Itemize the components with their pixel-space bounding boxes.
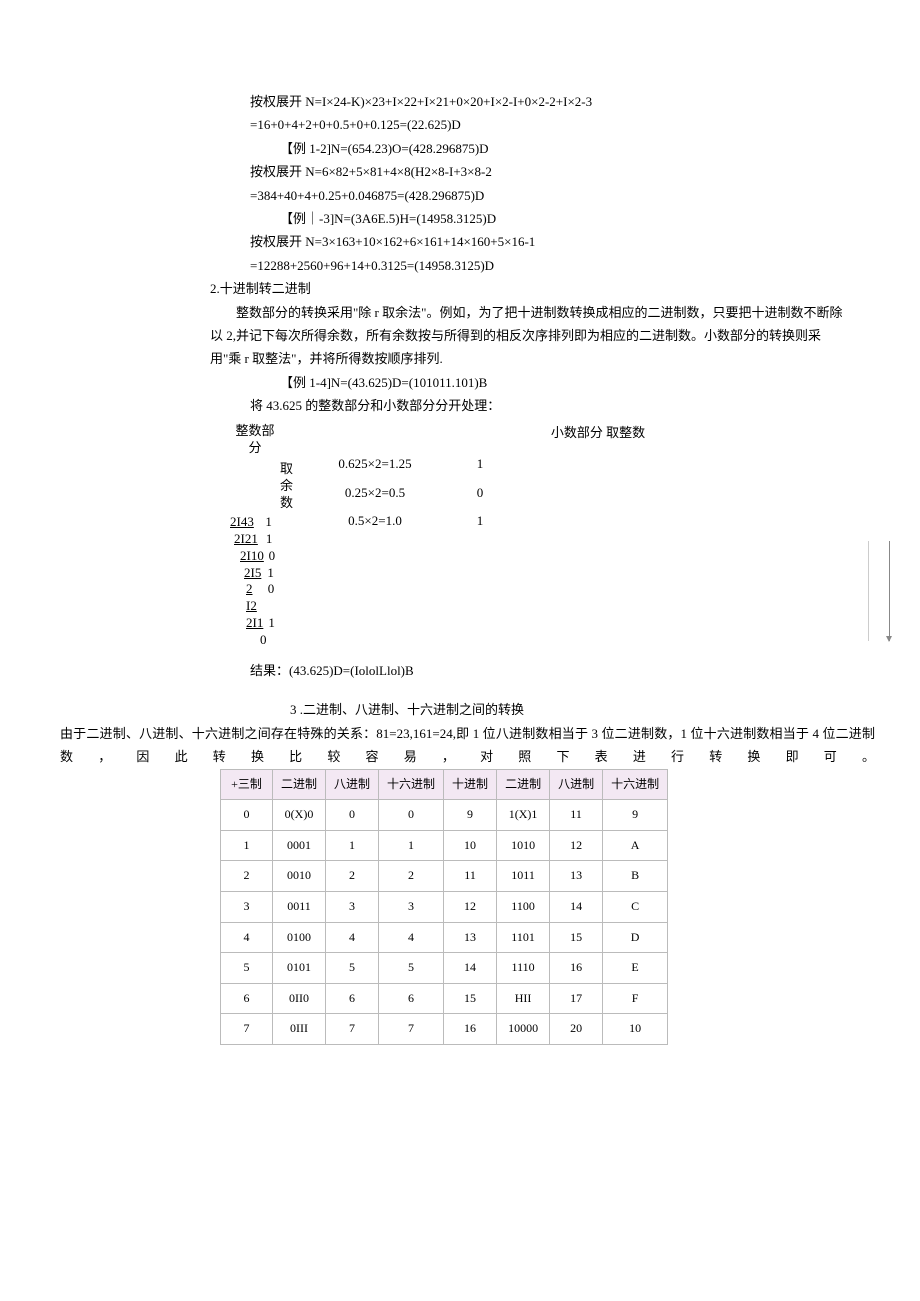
result-line: 结果：(43.625)D=(IololLlol)B bbox=[30, 659, 890, 682]
table-row: 00(X)00091(X)1119 bbox=[221, 800, 668, 831]
table-header: 十进制 bbox=[444, 769, 497, 800]
table-header: 十六进制 bbox=[603, 769, 668, 800]
arrow-line bbox=[868, 541, 869, 641]
example-heading: 【例 1-4]N=(43.625)D=(101011.101)B bbox=[30, 371, 890, 394]
table-header: 十六进制 bbox=[379, 769, 444, 800]
fraction-multiply-steps: 0.625×2=1.2510.25×2=0.500.5×2=1.01 bbox=[300, 450, 856, 536]
table-row: 100011110101012A bbox=[221, 830, 668, 861]
table-row: 70III7716100002010 bbox=[221, 1014, 668, 1045]
table-header: 二进制 bbox=[497, 769, 550, 800]
section-heading: 2.十进制转二进制 bbox=[30, 277, 890, 300]
text-line: =384+40+4+0.25+0.046875=(428.296875)D bbox=[30, 184, 890, 207]
table-row: 60II06615HII17F bbox=[221, 983, 668, 1014]
integer-division-steps: 2I4312I2112I1002I512 I202I110 bbox=[230, 514, 280, 649]
text-line: =12288+2560+96+14+0.3125=(14958.3125)D bbox=[30, 254, 890, 277]
example-heading: 【例｜-3]N=(3A6E.5)H=(14958.3125)D bbox=[30, 207, 890, 230]
table-header: +三制 bbox=[221, 769, 273, 800]
text-line: 按权展开 N=I×24-K)×23+I×22+I×21+0×20+I×2-I+0… bbox=[30, 90, 890, 113]
calculation-block: 整数部分 取余数 2I4312I2112I1002I512 I202I110 小… bbox=[30, 423, 890, 649]
paragraph: 整数部分的转换采用"除 r 取余法"。例如，为了把十进制数转换成相应的二进制数，… bbox=[30, 301, 890, 371]
paragraph: 由于二进制、八进制、十六进制之间存在特殊的关系：81=23,161=24,即 1… bbox=[30, 722, 890, 769]
section-heading: 3 .二进制、八进制、十六进制之间的转换 bbox=[30, 698, 890, 721]
remainder-heading: 取余数 bbox=[230, 461, 280, 512]
example-heading: 【例 1-2]N=(654.23)O=(428.296875)D bbox=[30, 137, 890, 160]
table-row: 300113312110014C bbox=[221, 891, 668, 922]
fraction-part-heading: 小数部分 取整数 bbox=[300, 423, 856, 444]
table-header: 八进制 bbox=[550, 769, 603, 800]
table-header: 八进制 bbox=[326, 769, 379, 800]
text-line: 按权展开 N=3×163+10×162+6×161+14×160+5×16-1 bbox=[30, 230, 890, 253]
text-line: 将 43.625 的整数部分和小数部分分开处理： bbox=[30, 394, 890, 417]
text-line: =16+0+4+2+0+0.5+0+0.125=(22.625)D bbox=[30, 113, 890, 136]
table-header: 二进制 bbox=[273, 769, 326, 800]
text-line: 按权展开 N=6×82+5×81+4×8(H2×8-I+3×8-2 bbox=[30, 160, 890, 183]
integer-part-heading: 整数部分 bbox=[230, 423, 280, 457]
conversion-table: +三制二进制八进制十六进制十进制二进制八进制十六进制 00(X)00091(X)… bbox=[220, 769, 668, 1045]
down-arrow-icon bbox=[889, 541, 890, 641]
table-row: 501015514111016E bbox=[221, 953, 668, 984]
table-row: 401004413110115D bbox=[221, 922, 668, 953]
table-row: 200102211101113B bbox=[221, 861, 668, 892]
